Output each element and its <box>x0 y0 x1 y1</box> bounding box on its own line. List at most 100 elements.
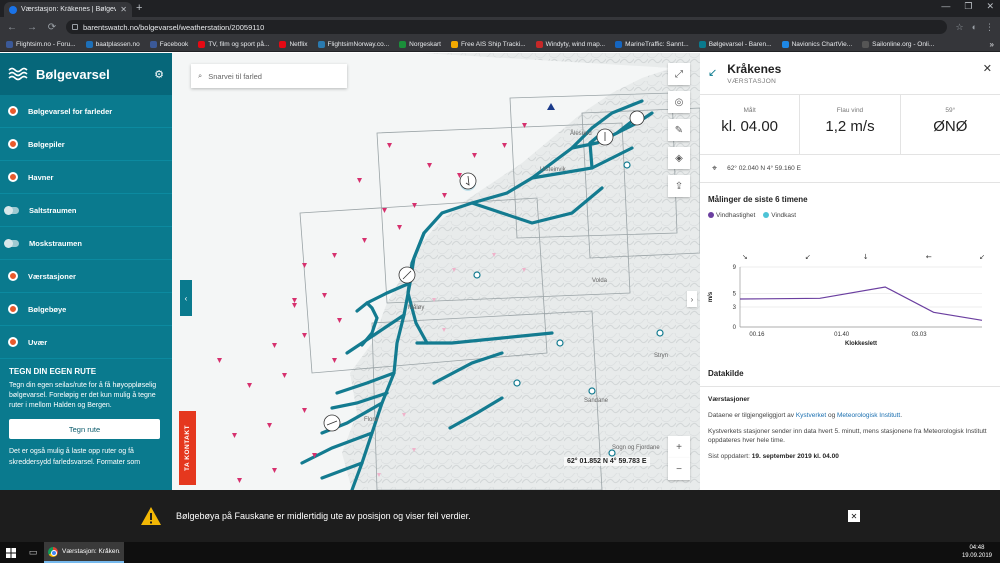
met-institute-link[interactable]: Meteorologisk Institutt <box>837 412 900 419</box>
sidebar-item[interactable]: Uvær <box>0 326 172 359</box>
sidebar-item[interactable]: Saltstraumen <box>0 194 172 227</box>
fullscreen-icon[interactable]: ⤢ <box>668 63 690 85</box>
layer-list: Bølgevarsel for farleder Bølgepiler Havner… <box>0 95 172 359</box>
browser-tab[interactable]: Værstasjon: Kråkenes | Bølgevars ✕ <box>4 2 132 17</box>
layers-icon[interactable]: ◈ <box>668 147 690 169</box>
bookmark-item[interactable]: Bølgevarsel - Baren... <box>698 40 772 48</box>
layer-dot-icon[interactable] <box>8 271 18 281</box>
wind-chart: 0 3 5 9 00.16 01.40 03.03 Klokkeslett m/s ↘ ↙ ↓ ← ↙ <box>700 251 1000 361</box>
location-pin-icon: ⌖ <box>712 163 718 173</box>
bookmark-item[interactable]: TV, film og sport på... <box>198 40 270 48</box>
close-notice-icon[interactable]: ✕ <box>848 510 860 522</box>
sidebar-item-label: Uvær <box>28 337 48 347</box>
fairway-search-input[interactable]: ⌕ Snarvei til farled <box>191 64 347 88</box>
bookmark-favicon-icon <box>615 40 623 48</box>
share-icon[interactable]: ⇪ <box>668 175 690 197</box>
cursor-coordinates: 62° 01.852 N 4° 59.783 E <box>564 457 650 466</box>
locate-icon[interactable]: ◎ <box>668 91 690 113</box>
taskbar-chrome-app[interactable]: Værstasjon: Kråken... <box>44 542 124 563</box>
toggle-switch[interactable] <box>4 238 19 248</box>
panel-header: ↙ Kråkenes VÆRSTASJON ✕ <box>700 53 1000 95</box>
bookmark-favicon-icon <box>149 40 157 48</box>
bookmark-item[interactable]: Netflix <box>279 40 308 48</box>
map-view[interactable]: ⌕ Snarvei til farled ⤢ ◎ ✎ ◈ ⇪ + − 62° 0… <box>172 53 700 490</box>
bookmark-favicon-icon <box>399 40 407 48</box>
forward-icon[interactable]: → <box>26 22 38 33</box>
sidebar-item[interactable]: Bølgepiler <box>0 128 172 161</box>
sidebar-item-label: Bølgepiler <box>28 139 65 149</box>
bookmark-item[interactable]: MarineTraffic: Sannt... <box>615 40 689 48</box>
bookmark-item[interactable]: Windyty, wind map... <box>535 40 605 48</box>
layer-dot-icon[interactable] <box>8 172 18 182</box>
bookmark-item[interactable]: FlightsimNorway.co... <box>317 40 390 48</box>
zoom-out-icon[interactable]: − <box>668 458 690 480</box>
close-icon[interactable]: ✕ <box>983 62 992 75</box>
toggle-switch[interactable] <box>4 205 19 215</box>
place-label: Florø <box>364 417 378 423</box>
measure-icon[interactable]: ✎ <box>668 119 690 141</box>
layer-dot-icon[interactable] <box>8 337 18 347</box>
y-tick-label: 0 <box>733 325 737 331</box>
layer-dot-icon[interactable] <box>8 304 18 314</box>
sidebar-item[interactable]: Bølgebøye <box>0 293 172 326</box>
stat-label: Målt <box>743 107 756 114</box>
menu-icon[interactable]: ⋮ <box>985 22 994 33</box>
url-text: barentswatch.no/bolgevarsel/weatherstati… <box>83 22 265 32</box>
task-view-icon[interactable]: ▭ <box>22 542 44 563</box>
layer-dot-icon[interactable] <box>8 139 18 149</box>
bookmark-label: FlightsimNorway.co... <box>327 40 390 48</box>
sidebar: Bølgevarsel ⚙ Bølgevarsel for farleder Bø… <box>0 53 172 490</box>
updated-label: Sist oppdatert: <box>708 453 752 460</box>
reload-icon[interactable]: ⟳ <box>46 22 58 33</box>
legend-item[interactable]: Vindkast <box>763 212 796 219</box>
legend-item[interactable]: Vindhastighet <box>708 212 755 219</box>
new-tab-icon[interactable]: + <box>136 2 142 14</box>
bookmark-label: TV, film og sport på... <box>208 40 270 48</box>
contact-button[interactable]: TA KONTAKT <box>179 411 196 485</box>
bookmark-label: Bølgevarsel - Baren... <box>708 40 772 48</box>
zoom-in-icon[interactable]: + <box>668 436 690 458</box>
extension-icon[interactable]: ◐ <box>972 22 977 33</box>
bookmark-item[interactable]: Navionics ChartVie... <box>781 40 852 48</box>
map-canvas[interactable] <box>172 53 700 490</box>
bookmark-item[interactable]: baatplassen.no <box>85 40 140 48</box>
series-line-vindhastighet <box>739 286 983 321</box>
x-tick-label: 03.03 <box>912 332 928 338</box>
sidebar-item[interactable]: Bølgevarsel for farleder <box>0 95 172 128</box>
stat-value: 1,2 m/s <box>825 118 875 135</box>
bookmark-favicon-icon <box>450 40 458 48</box>
bookmark-item[interactable]: Norgeskart <box>399 40 441 48</box>
kystverket-link[interactable]: Kystverket <box>796 412 826 419</box>
close-tab-icon[interactable]: ✕ <box>120 5 127 14</box>
waves-logo-icon <box>8 67 28 81</box>
chart-title: Målinger de siste 6 timene <box>708 195 808 204</box>
sidebar-item[interactable]: Moskstraumen <box>0 227 172 260</box>
collapse-sidebar-icon[interactable]: ‹ <box>180 280 192 316</box>
windows-start-icon[interactable] <box>0 542 22 563</box>
draw-route-button[interactable]: Tegn rute <box>9 419 160 440</box>
source-text-post: . <box>900 411 903 419</box>
bookmark-item[interactable]: Sailonline.org - Onli... <box>862 40 934 48</box>
sidebar-item[interactable]: Havner <box>0 161 172 194</box>
gear-icon[interactable]: ⚙ <box>154 68 164 81</box>
expand-panel-icon[interactable]: › <box>687 291 697 307</box>
browser-toolbar: ← → ⟳ barentswatch.no/bolgevarsel/weathe… <box>0 17 1000 37</box>
wind-direction-icon: ↙ <box>708 67 718 79</box>
maximize-icon[interactable]: ❐ <box>964 1 972 12</box>
route-title: TEGN DIN EGEN RUTE <box>9 367 97 376</box>
sidebar-item[interactable]: Værstasjoner <box>0 260 172 293</box>
bookmarks-more[interactable]: » <box>990 40 994 49</box>
bookmark-favicon-icon <box>198 40 206 48</box>
system-clock[interactable]: 04:48 19.09.2019 <box>962 545 992 561</box>
bookmark-item[interactable]: Free AIS Ship Tracki... <box>450 40 526 48</box>
bookmark-star-icon[interactable]: ☆ <box>955 22 963 33</box>
updated-value: 19. september 2019 kl. 04.00 <box>751 453 839 460</box>
layer-dot-icon[interactable] <box>8 106 18 116</box>
bookmark-item[interactable]: Flightsim.no - Foru... <box>6 40 76 48</box>
address-bar[interactable]: barentswatch.no/bolgevarsel/weatherstati… <box>66 20 948 34</box>
back-icon[interactable]: ← <box>6 22 18 33</box>
bookmark-favicon-icon <box>317 40 325 48</box>
close-window-icon[interactable]: ✕ <box>986 1 994 12</box>
minimize-icon[interactable]: — <box>941 1 950 12</box>
bookmark-item[interactable]: Facebook <box>149 40 188 48</box>
